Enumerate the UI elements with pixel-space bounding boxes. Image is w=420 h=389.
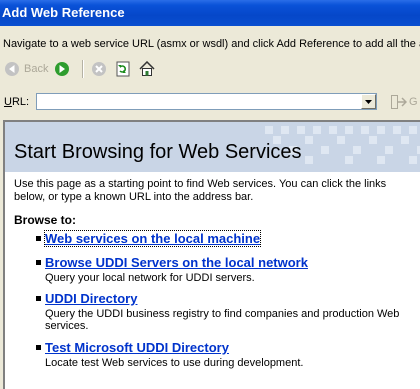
refresh-button[interactable] [115,59,131,79]
link-local-machine[interactable]: Web services on the local machine [43,230,262,247]
url-dropdown-button[interactable] [361,94,376,109]
stop-button[interactable] [91,59,107,79]
url-input[interactable] [36,93,377,110]
home-button[interactable] [139,59,155,79]
window-title: Add Web Reference [2,5,125,20]
list-item: Web services on the local machine [36,230,262,248]
bullet-icon [36,296,41,301]
browse-to-heading: Browse to: [14,213,77,227]
bullet-icon [36,236,41,241]
link-description: Query the UDDI business registry to find… [45,308,400,332]
refresh-icon [116,61,130,77]
page-title: Start Browsing for Web Services [14,141,302,163]
back-button[interactable]: Back [4,59,48,79]
go-label: G [409,96,418,108]
forward-button[interactable] [54,59,70,79]
back-arrow-icon [5,62,19,76]
nav-toolbar: Back [4,59,184,81]
link-test-microsoft-uddi[interactable]: Test Microsoft UDDI Directory [45,340,229,355]
toolbar-separator [82,60,83,78]
link-uddi-directory[interactable]: UDDI Directory [45,291,137,306]
bullet-icon [36,345,41,350]
home-icon [139,61,155,76]
link-description: Locate test Web services to use during d… [45,357,304,369]
title-bar: Add Web Reference [0,0,420,26]
page-banner: Start Browsing for Web Services [5,122,420,172]
chevron-down-icon [365,99,372,104]
list-item: Test Microsoft UDDI Directory Locate tes… [36,339,405,369]
go-arrow-icon [391,95,407,109]
list-item: Browse UDDI Servers on the local network… [36,254,405,284]
back-label: Back [24,63,49,75]
instruction-text: Navigate to a web service URL (asmx or w… [3,38,420,50]
url-label: URL: [4,96,30,108]
forward-arrow-icon [55,62,69,76]
link-browse-uddi-servers[interactable]: Browse UDDI Servers on the local network [45,255,308,270]
go-button[interactable]: G [391,92,418,112]
list-item: UDDI Directory Query the UDDI business r… [36,290,405,332]
intro-text: Use this page as a starting point to fin… [14,178,387,203]
stop-icon [92,62,106,76]
bullet-icon [36,260,41,265]
browser-pane[interactable]: Start Browsing for Web Services Use this… [3,120,420,389]
link-description: Query your local network for UDDI server… [45,272,255,284]
